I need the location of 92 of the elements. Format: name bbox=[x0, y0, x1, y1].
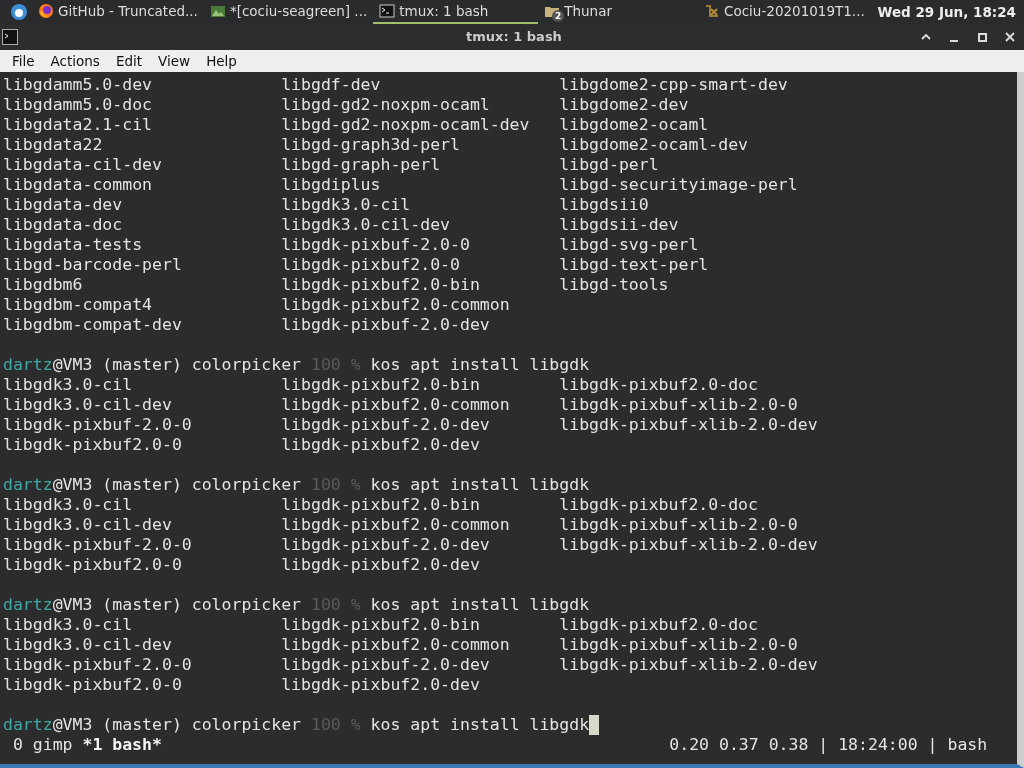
terminal-text: libgdata-tests bbox=[3, 235, 143, 254]
menu-item[interactable]: Edit bbox=[107, 50, 151, 72]
terminal-text: libgdata-cil-dev bbox=[3, 155, 162, 174]
count-badge: 2 bbox=[552, 10, 565, 22]
terminal-text: libgdk3.0-cil bbox=[281, 195, 411, 214]
terminal-text: libgdk-pixbuf2.0-0 bbox=[281, 255, 460, 274]
terminal-text: libgdome2-cpp-smart-dev bbox=[559, 75, 788, 94]
terminal-text: libgdome2-dev bbox=[559, 95, 689, 114]
terminal-text: libgdsii0 bbox=[559, 195, 649, 214]
terminal-text: libgdk-pixbuf2.0-bin bbox=[281, 615, 480, 634]
terminal-text: libgdk-pixbuf-2.0-0 bbox=[3, 535, 192, 554]
terminal-text: libgdk3.0-cil-dev bbox=[3, 395, 172, 414]
clock: Wed 29 Jun, 18:24 bbox=[877, 2, 1016, 22]
terminal-text: libgdk-pixbuf2.0-0 bbox=[3, 675, 182, 694]
terminal-text: libgdk-pixbuf-2.0-0 bbox=[281, 235, 470, 254]
terminal-text: libgdk-pixbuf-2.0-dev bbox=[281, 535, 490, 554]
terminal-icon bbox=[379, 3, 396, 19]
terminal-text: libgd-svg-perl bbox=[559, 235, 699, 254]
terminal-text: libgdk-pixbuf2.0-dev bbox=[281, 435, 480, 454]
terminal-text: libgd-tools bbox=[559, 275, 669, 294]
terminal-text: libgdk-pixbuf2.0-common bbox=[281, 295, 510, 314]
app-menu-icon[interactable] bbox=[10, 3, 28, 21]
menu-item[interactable]: File bbox=[4, 50, 43, 72]
terminal-text: libgdk-pixbuf2.0-common bbox=[281, 635, 510, 654]
terminal-text: libgdata2.1-cil bbox=[3, 115, 152, 134]
terminal-text: libgd-gd2-noxpm-ocaml-dev bbox=[281, 115, 530, 134]
terminal-text: libgdk-pixbuf-xlib-2.0-dev bbox=[559, 655, 818, 674]
terminal-text: libgdk-pixbuf-xlib-2.0-0 bbox=[559, 635, 798, 654]
terminal-text: libgdk3.0-cil bbox=[3, 615, 133, 634]
terminal-text: libgdk3.0-cil-dev bbox=[3, 515, 172, 534]
terminal-text: libgdiplus bbox=[281, 175, 381, 194]
terminal-text: libgdata-common bbox=[3, 175, 152, 194]
taskbar-button[interactable]: 2 Thunar bbox=[538, 0, 618, 24]
terminal-text: libgdk-pixbuf-2.0-0 bbox=[3, 655, 192, 674]
terminal-text: libgdk-pixbuf-2.0-0 bbox=[3, 415, 192, 434]
terminal-text: libgdk3.0-cil bbox=[3, 495, 133, 514]
terminal-text: libgdf-dev bbox=[281, 75, 381, 94]
terminal-text: libgdk-pixbuf2.0-doc bbox=[559, 375, 758, 394]
terminal-text: libgd-graph-perl bbox=[281, 155, 441, 174]
tmux-window-tab[interactable]: 0 gimp bbox=[12, 735, 73, 755]
terminal-text: libgdk-pixbuf2.0-common bbox=[281, 515, 510, 534]
menu-item[interactable]: Help bbox=[198, 50, 245, 72]
terminal-text: libgdbm-compat4 bbox=[3, 295, 152, 314]
terminal-text: libgd-graph3d-perl bbox=[281, 135, 460, 154]
terminal-text: libgd-barcode-perl bbox=[3, 255, 182, 274]
terminal-text: libgdk-pixbuf2.0-doc bbox=[559, 615, 758, 634]
terminal-text: libgdk-pixbuf2.0-bin bbox=[281, 375, 480, 394]
terminal-text: libgdk3.0-cil-dev bbox=[281, 215, 451, 234]
terminal-text: libgdk3.0-cil-dev bbox=[3, 635, 172, 654]
tmux-window-tab[interactable]: *1 bash* bbox=[82, 735, 162, 755]
terminal-text: libgdome2-ocaml-dev bbox=[559, 135, 749, 154]
terminal-text: libgd-gd2-noxpm-ocaml bbox=[281, 95, 490, 114]
terminal-text: libgdk-pixbuf-xlib-2.0-0 bbox=[559, 395, 798, 414]
terminal-text: libgdk-pixbuf-xlib-2.0-dev bbox=[559, 535, 818, 554]
menu-item[interactable]: Actions bbox=[42, 50, 108, 72]
image-icon bbox=[209, 3, 226, 19]
taskbar-button[interactable]: GitHub - Truncated... bbox=[32, 0, 204, 24]
terminal-text: libgdsii-dev bbox=[559, 215, 679, 234]
close-icon[interactable] bbox=[1004, 31, 1016, 43]
terminal-text: libgdbm-compat-dev bbox=[3, 315, 182, 334]
terminal-text: libgdk-pixbuf-xlib-2.0-0 bbox=[559, 515, 798, 534]
terminal-text: libgdk-pixbuf-2.0-dev bbox=[281, 655, 490, 674]
terminal-text: libgdk-pixbuf2.0-bin bbox=[281, 275, 480, 294]
terminal-text: libgdata-doc bbox=[3, 215, 123, 234]
terminal-text: libgdk-pixbuf2.0-common bbox=[281, 395, 510, 414]
window-title: tmux: 1 bash bbox=[465, 28, 562, 47]
globe-icon bbox=[38, 3, 54, 19]
terminal-text: libgdk-pixbuf2.0-doc bbox=[559, 495, 758, 514]
terminal-text: libgdata22 bbox=[3, 135, 103, 154]
terminal-text: libgd-perl bbox=[559, 155, 659, 174]
terminal-text: libgdk-pixbuf-2.0-dev bbox=[281, 315, 490, 334]
maximize-icon[interactable] bbox=[976, 31, 988, 43]
terminal-text: libgdk-pixbuf2.0-0 bbox=[3, 555, 182, 574]
terminal-text: libgdk3.0-cil bbox=[3, 375, 133, 394]
menu-item[interactable]: View bbox=[150, 50, 199, 72]
terminal-text: libgdome2-ocaml bbox=[559, 115, 709, 134]
terminal-text: libgdamm5.0-dev bbox=[3, 75, 152, 94]
terminal-text: libgdamm5.0-doc bbox=[3, 95, 152, 114]
terminal-text: libgdk-pixbuf-2.0-dev bbox=[281, 415, 490, 434]
terminal-text: libgd-securityimage-perl bbox=[559, 175, 798, 194]
taskbar-button[interactable]: Cociu-20201019T1... bbox=[698, 0, 871, 24]
status-text: 0.20 0.37 0.38 | 18:24:00 | bash bbox=[669, 735, 988, 755]
terminal-icon bbox=[2, 29, 18, 45]
terminal-text: libgdbm6 bbox=[3, 275, 83, 294]
terminal-text: libgdk-pixbuf-xlib-2.0-dev bbox=[559, 415, 818, 434]
terminal-text: libgdk-pixbuf2.0-dev bbox=[281, 675, 480, 694]
terminal-text: libgdk-pixbuf2.0-0 bbox=[3, 435, 182, 454]
terminal-text: libgdk-pixbuf2.0-bin bbox=[281, 495, 480, 514]
terminal-text: libgdk-pixbuf2.0-dev bbox=[281, 555, 480, 574]
terminal-text: libgdata-dev bbox=[3, 195, 123, 214]
taskbar-button[interactable]: *[cociu-seagreen] ... bbox=[203, 0, 374, 24]
terminal-text: libgd-text-perl bbox=[559, 255, 709, 274]
